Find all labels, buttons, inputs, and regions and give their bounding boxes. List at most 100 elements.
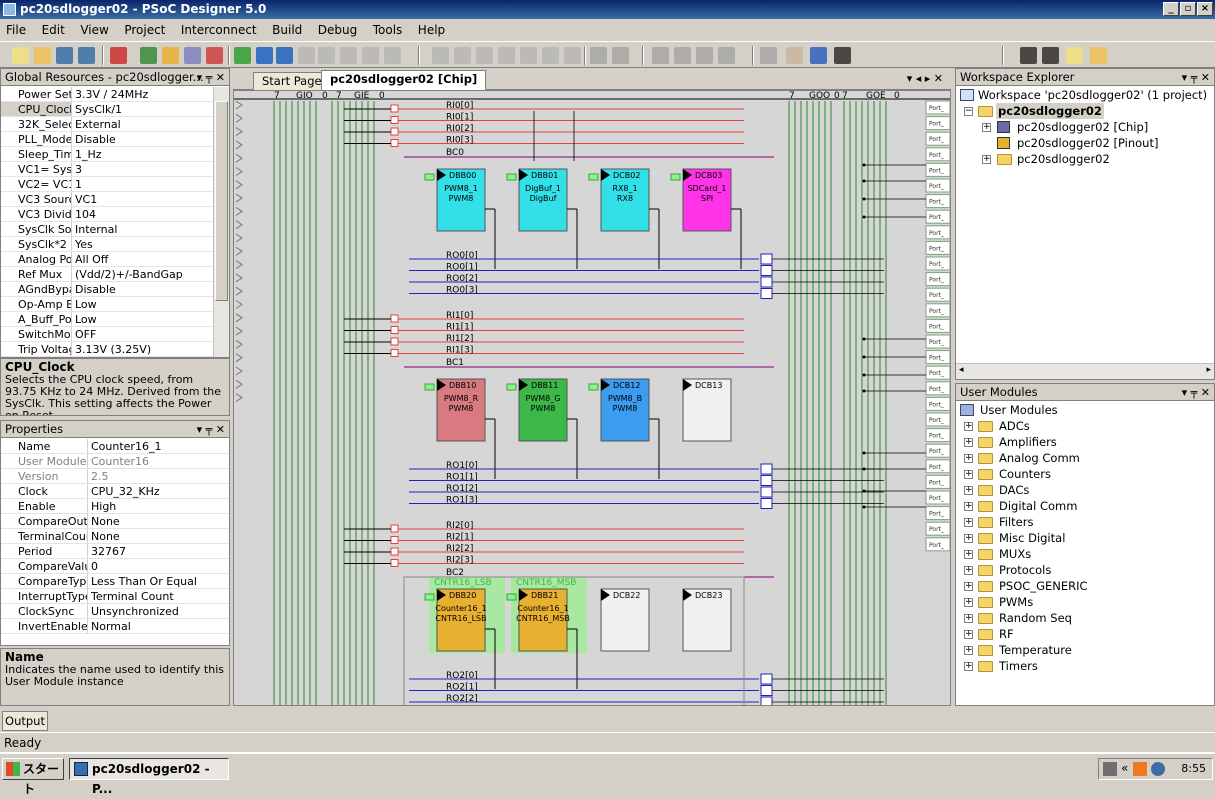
keyboard-icon[interactable] bbox=[1103, 762, 1117, 776]
property-value[interactable]: All Off bbox=[71, 252, 213, 266]
menu-help[interactable]: Help bbox=[412, 19, 451, 41]
property-value[interactable]: Counter16 bbox=[87, 454, 229, 468]
toolbar-button-icon[interactable] bbox=[810, 47, 827, 64]
row-input-mux[interactable] bbox=[390, 524, 399, 533]
expand-icon[interactable]: + bbox=[964, 598, 973, 607]
module-category[interactable]: + Protocols bbox=[956, 562, 1214, 578]
chip-node[interactable]: + pc20sdlogger02 [Chip] bbox=[956, 119, 1214, 135]
toolbar-button-icon[interactable] bbox=[110, 47, 127, 64]
property-value[interactable]: External bbox=[71, 117, 213, 131]
property-row[interactable]: Period 32767 bbox=[1, 544, 229, 559]
module-category[interactable]: + Misc Digital bbox=[956, 530, 1214, 546]
taskbar-app-button[interactable]: pc20sdlogger02 - P... bbox=[69, 758, 229, 796]
toolbar-button-icon[interactable] bbox=[564, 47, 581, 64]
toolbar-button-icon[interactable] bbox=[542, 47, 559, 64]
toolbar-button-icon[interactable] bbox=[612, 47, 629, 64]
expand-icon[interactable]: + bbox=[964, 486, 973, 495]
module-category[interactable]: + Analog Comm bbox=[956, 450, 1214, 466]
property-row[interactable]: CompareType Less Than Or Equal bbox=[1, 574, 229, 589]
property-value[interactable]: 3 bbox=[71, 162, 213, 176]
menu-build[interactable]: Build bbox=[266, 19, 308, 41]
panel-controls-icon[interactable]: ▾ ╤ ✕ bbox=[1182, 384, 1210, 401]
property-row[interactable]: SysClk SourcInternal bbox=[1, 222, 213, 237]
global-resources-scrollbar[interactable] bbox=[213, 87, 229, 357]
property-value[interactable]: VC1 bbox=[71, 192, 213, 206]
module-category[interactable]: + Counters bbox=[956, 466, 1214, 482]
row-input-mux[interactable] bbox=[390, 337, 399, 346]
expand-icon[interactable]: + bbox=[964, 534, 973, 543]
row-input-mux[interactable] bbox=[390, 536, 399, 544]
expand-icon[interactable]: + bbox=[964, 662, 973, 671]
module-category[interactable]: + MUXs bbox=[956, 546, 1214, 562]
row-output-driver[interactable] bbox=[760, 498, 773, 509]
toolbar-button-icon[interactable] bbox=[184, 47, 201, 64]
property-row[interactable]: Power Settin3.3V / 24MHz bbox=[1, 87, 213, 102]
property-value[interactable]: SysClk/1 bbox=[71, 102, 213, 116]
row-output-driver[interactable] bbox=[760, 673, 773, 685]
module-category[interactable]: + DACs bbox=[956, 482, 1214, 498]
module-category[interactable]: + PWMs bbox=[956, 594, 1214, 610]
toolbar-button-icon[interactable] bbox=[432, 47, 449, 64]
toolbar-button-icon[interactable] bbox=[256, 47, 273, 64]
expand-icon[interactable]: + bbox=[964, 582, 973, 591]
toolbar-button-icon[interactable] bbox=[590, 47, 607, 64]
property-value[interactable]: 3.13V (3.25V) bbox=[71, 342, 213, 356]
toolbar-button-icon[interactable] bbox=[276, 47, 293, 64]
toolbar-button-icon[interactable] bbox=[652, 47, 669, 64]
property-value[interactable]: OFF bbox=[71, 327, 213, 341]
start-button[interactable]: スタート bbox=[2, 758, 64, 796]
toolbar-button-icon[interactable] bbox=[476, 47, 493, 64]
property-row[interactable]: VC2= VC1/N1 bbox=[1, 177, 213, 192]
expand-icon[interactable]: + bbox=[964, 502, 973, 511]
row-output-driver[interactable] bbox=[760, 265, 773, 276]
menu-tools[interactable]: Tools bbox=[367, 19, 409, 41]
toolbar-button-icon[interactable] bbox=[1066, 47, 1083, 64]
row-output-driver[interactable] bbox=[760, 696, 773, 706]
module-category[interactable]: + Temperature bbox=[956, 642, 1214, 658]
toolbar-button-icon[interactable] bbox=[834, 47, 851, 64]
property-value[interactable]: None bbox=[87, 514, 229, 528]
property-value[interactable]: 2.5 bbox=[87, 469, 229, 483]
property-row[interactable]: VC1= SysClk3 bbox=[1, 162, 213, 177]
toolbar-button-icon[interactable] bbox=[140, 47, 157, 64]
menu-debug[interactable]: Debug bbox=[312, 19, 363, 41]
property-row[interactable]: Ref Mux (Vdd/2)+/-BandGap bbox=[1, 267, 213, 282]
pinout-node[interactable]: pc20sdlogger02 [Pinout] bbox=[956, 135, 1214, 151]
menu-view[interactable]: View bbox=[74, 19, 114, 41]
property-row[interactable]: InterruptType Terminal Count bbox=[1, 589, 229, 604]
row-output-driver[interactable] bbox=[760, 253, 773, 265]
property-value[interactable]: Disable bbox=[71, 282, 213, 296]
toolbar-button-icon[interactable] bbox=[78, 47, 95, 64]
property-value[interactable]: 32767 bbox=[87, 544, 229, 558]
row-input-mux[interactable] bbox=[390, 104, 399, 113]
expand-icon[interactable]: + bbox=[964, 454, 973, 463]
panel-controls-icon[interactable]: ▾ ╤ ✕ bbox=[1182, 69, 1210, 86]
property-row[interactable]: Sleep_Timer1_Hz bbox=[1, 147, 213, 162]
toolbar-button-icon[interactable] bbox=[674, 47, 691, 64]
property-value[interactable]: Internal bbox=[71, 222, 213, 236]
property-row[interactable]: PLL_Mode Disable bbox=[1, 132, 213, 147]
property-value[interactable]: Counter16_1 bbox=[87, 439, 229, 453]
toolbar-button-icon[interactable] bbox=[340, 47, 357, 64]
property-row[interactable]: TerminalCountONone bbox=[1, 529, 229, 544]
toolbar-button-icon[interactable] bbox=[362, 47, 379, 64]
collapse-icon[interactable]: − bbox=[964, 107, 973, 116]
row-input-mux[interactable] bbox=[390, 547, 399, 556]
toolbar-button-icon[interactable] bbox=[1020, 47, 1037, 64]
toolbar-button-icon[interactable] bbox=[696, 47, 713, 64]
property-row[interactable]: Name Counter16_1 bbox=[1, 439, 229, 454]
property-row[interactable]: AGndBypassDisable bbox=[1, 282, 213, 297]
toolbar-button-icon[interactable] bbox=[786, 47, 803, 64]
property-row[interactable]: Version 2.5 bbox=[1, 469, 229, 484]
property-value[interactable]: Yes bbox=[71, 237, 213, 251]
expand-icon[interactable]: + bbox=[964, 550, 973, 559]
tab-chip[interactable]: pc20sdlogger02 [Chip] bbox=[321, 70, 487, 91]
expand-icon[interactable]: + bbox=[982, 123, 991, 132]
toolbar-button-icon[interactable] bbox=[206, 47, 223, 64]
toolbar-button-icon[interactable] bbox=[12, 47, 29, 64]
property-row[interactable]: Analog PoweAll Off bbox=[1, 252, 213, 267]
property-row[interactable]: SysClk*2 DisYes bbox=[1, 237, 213, 252]
row-output-driver[interactable] bbox=[760, 475, 773, 486]
row-output-driver[interactable] bbox=[760, 486, 773, 498]
property-value[interactable]: Disable bbox=[71, 132, 213, 146]
